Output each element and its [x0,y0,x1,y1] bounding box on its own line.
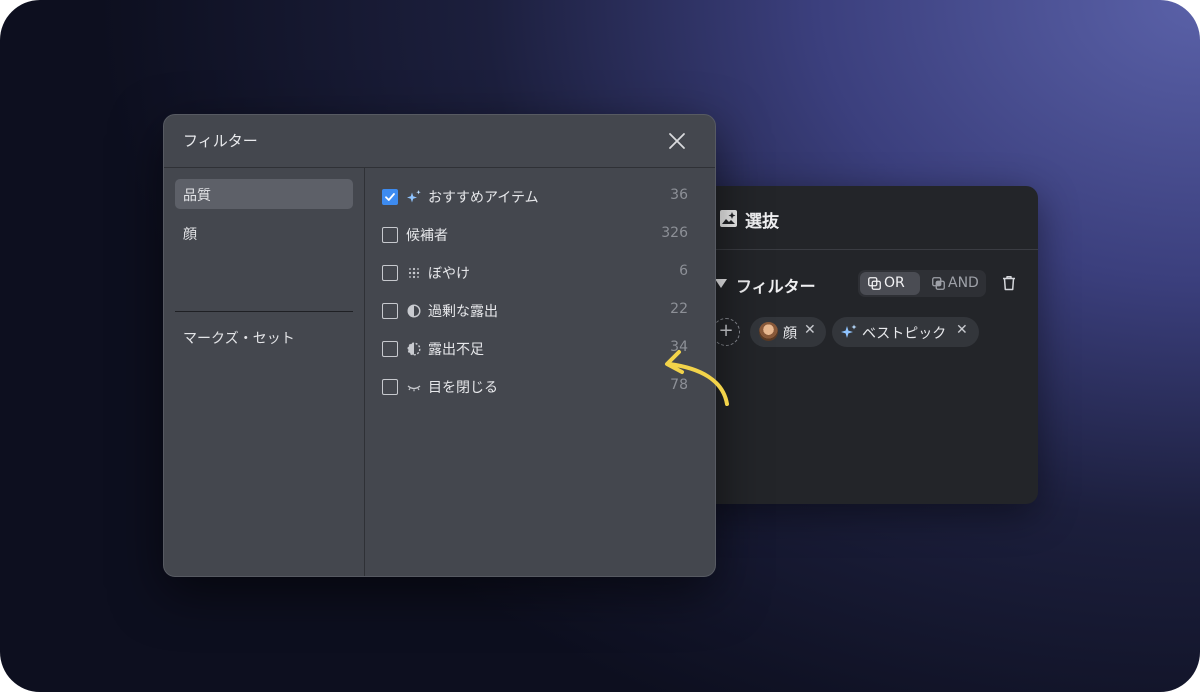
intersect-icon [932,277,945,290]
blur-icon [408,267,420,279]
option-label: 候補者 [406,228,448,244]
sidebar-divider [175,311,353,312]
remove-chip-icon[interactable]: ✕ [956,322,968,338]
option-label: ぼやけ [428,266,470,282]
sidebar-item-label: 品質 [183,188,211,204]
selection-panel-title: 選抜 [745,212,779,232]
option-count: 6 [679,263,688,279]
checkbox[interactable] [382,379,398,395]
checkbox[interactable] [382,189,398,205]
overexposed-icon [407,304,421,318]
sparkle-icon [407,190,421,203]
or-label: OR [884,275,905,291]
filter-dialog-header: フィルター [164,115,715,168]
chip-label: 顔 [783,326,797,342]
underexposed-icon [407,342,421,356]
union-icon [868,277,881,290]
option-label: 目を閉じる [428,380,498,396]
logic-toggle: OR AND [858,270,986,297]
option-count: 36 [670,187,688,203]
filter-chip-best-pick[interactable]: ベストピック ✕ [832,317,979,347]
annotation-arrow-icon [665,350,729,406]
remove-chip-icon[interactable]: ✕ [804,322,816,338]
checkbox[interactable] [382,341,398,357]
filter-chip-face[interactable]: 顔 ✕ [750,317,826,347]
face-avatar [759,322,778,341]
filter-dialog-title: フィルター [183,132,258,150]
image-sparkle-icon [720,210,737,227]
option-label: おすすめアイテム [428,190,539,206]
filter-option-candidates[interactable]: 候補者 326 [366,216,715,254]
sidebar-item-marks-set[interactable]: マークズ・セット [175,322,353,352]
background: 選抜 フィルター OR AND + 顔 ✕ ベストピック ✕ フィルター 品質 … [0,0,1200,692]
or-toggle-button[interactable]: OR [860,272,920,295]
chip-label: ベストピック [862,326,947,342]
closed-eyes-icon [407,385,421,392]
option-count: 22 [670,301,688,317]
filter-collapse-icon[interactable] [715,279,727,288]
sidebar-item-face[interactable]: 顔 [175,218,353,248]
sparkle-icon [841,324,857,338]
sidebar-item-quality[interactable]: 品質 [175,179,353,209]
option-label: 露出不足 [428,342,484,358]
and-label: AND [948,275,979,291]
option-label: 過剰な露出 [428,304,498,320]
selection-panel-header: 選抜 [690,186,1038,250]
sidebar-item-label: マークズ・セット [183,331,295,347]
filter-dialog: フィルター 品質 顔 マークズ・セット おすすめアイテム 36 候補者 326 … [163,114,716,577]
close-icon[interactable] [666,130,688,152]
checkbox[interactable] [382,303,398,319]
filter-option-recommended[interactable]: おすすめアイテム 36 [366,178,715,216]
sidebar-item-label: 顔 [183,227,197,243]
option-count: 326 [661,225,688,241]
checkbox[interactable] [382,265,398,281]
filter-section-label[interactable]: フィルター [736,273,816,297]
filter-option-blur[interactable]: ぼやけ 6 [366,254,715,292]
filter-option-overexposed[interactable]: 過剰な露出 22 [366,292,715,330]
and-toggle-button[interactable]: AND [924,272,984,295]
trash-icon[interactable] [1000,274,1018,292]
checkbox[interactable] [382,227,398,243]
filter-category-sidebar: 品質 顔 マークズ・セット [164,168,365,576]
